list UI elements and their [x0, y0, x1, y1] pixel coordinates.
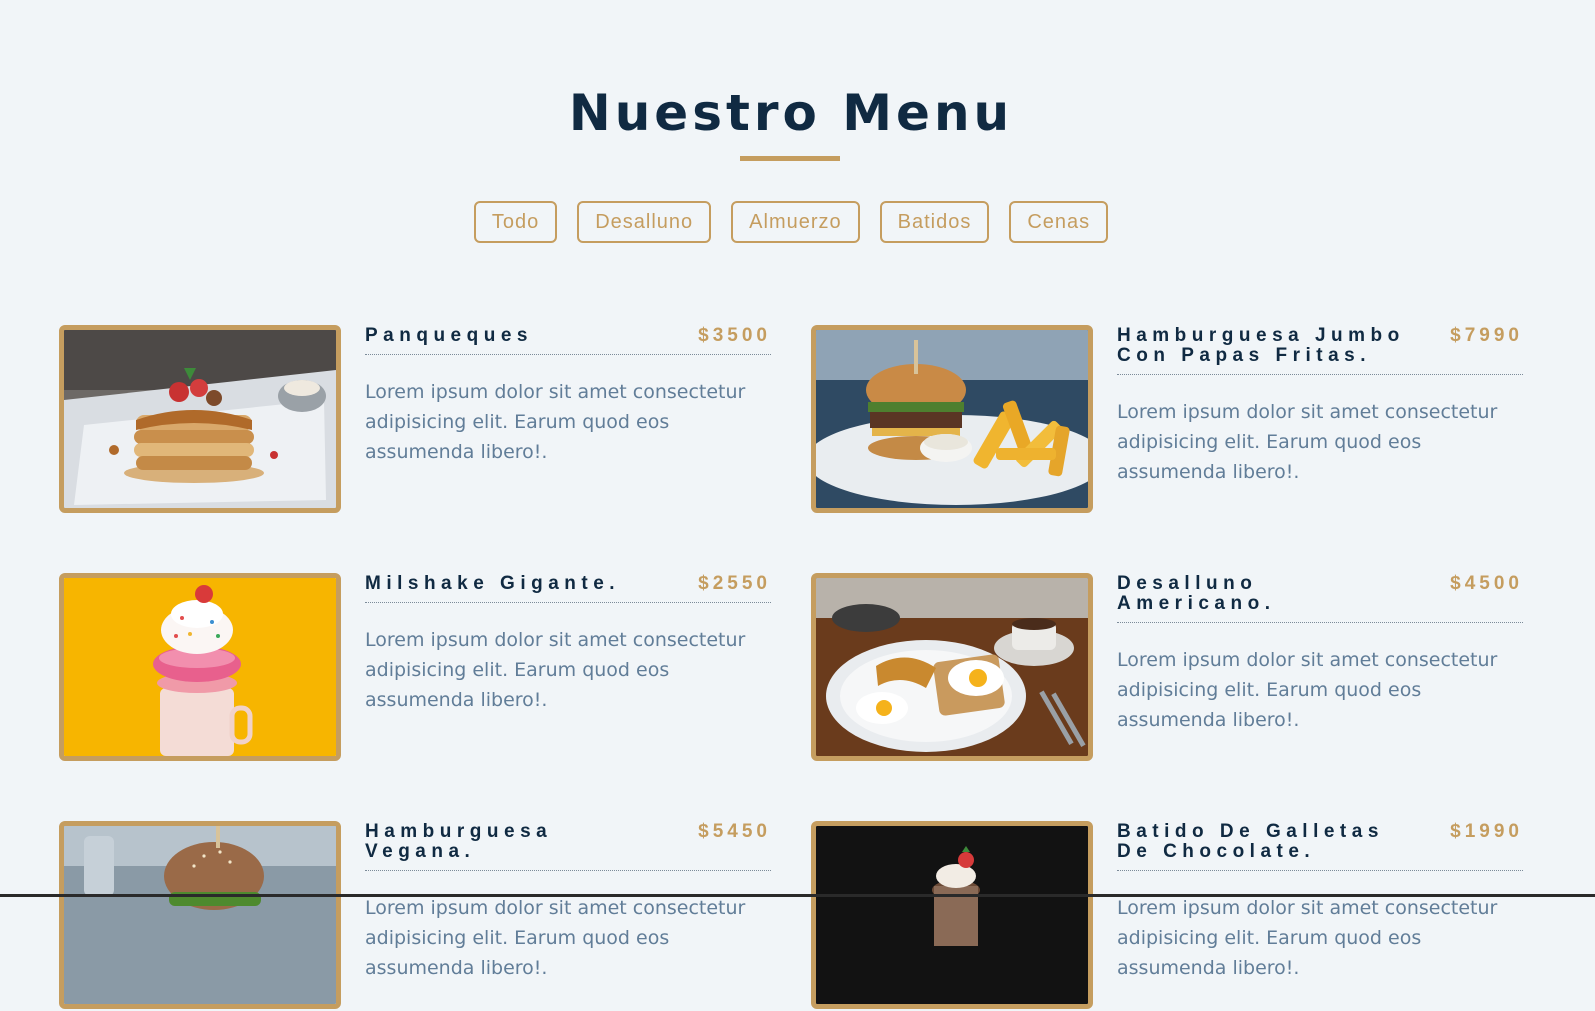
item-price: $2550: [698, 573, 771, 594]
filter-bar: Todo Desalluno Almuerzo Batidos Cenas: [0, 201, 1582, 243]
burger-fries-image: [811, 325, 1093, 513]
menu-item: Batido De Galletas De Chocolate. $1990 L…: [811, 821, 1543, 1011]
item-description: Lorem ipsum dolor sit amet consectetur a…: [1117, 401, 1498, 483]
item-name: Hamburguesa Vegana.: [365, 821, 553, 862]
item-description: Lorem ipsum dolor sit amet consectetur a…: [365, 629, 746, 711]
item-price: $1990: [1450, 821, 1523, 842]
filter-batidos-button[interactable]: Batidos: [879, 201, 990, 243]
pancakes-image: [59, 325, 341, 513]
filter-todo-button[interactable]: Todo: [473, 201, 558, 243]
menu-item: Hamburguesa Jumbo Con Papas Fritas. $799…: [811, 325, 1543, 515]
title-underline: [740, 156, 840, 161]
menu-item: Milshake Gigante. $2550 Lorem ipsum dolo…: [59, 573, 791, 763]
filter-almuerzo-button[interactable]: Almuerzo: [731, 201, 860, 243]
item-price: $5450: [698, 821, 771, 842]
item-price: $7990: [1450, 325, 1523, 346]
item-price: $4500: [1450, 573, 1523, 594]
item-description: Lorem ipsum dolor sit amet consectetur a…: [1117, 897, 1498, 979]
menu-item: Hamburguesa Vegana. $5450 Lorem ipsum do…: [59, 821, 791, 1011]
item-description: Lorem ipsum dolor sit amet consectetur a…: [365, 381, 746, 463]
menu-item: Desalluno Americano. $4500 Lorem ipsum d…: [811, 573, 1543, 763]
vegan-burger-image: [59, 821, 341, 1009]
item-description: Lorem ipsum dolor sit amet consectetur a…: [365, 897, 746, 979]
filter-desalluno-button[interactable]: Desalluno: [577, 201, 712, 243]
filter-cenas-button[interactable]: Cenas: [1009, 201, 1109, 243]
page-title: Nuestro Menu: [568, 84, 1014, 142]
milkshake-image: [59, 573, 341, 761]
item-price: $3500: [698, 325, 771, 346]
item-description: Lorem ipsum dolor sit amet consectetur a…: [1117, 649, 1498, 731]
cookie-shake-image: [811, 821, 1093, 1009]
item-name: Hamburguesa Jumbo Con Papas Fritas.: [1117, 325, 1405, 366]
item-name: Panqueques: [365, 325, 533, 346]
item-name: Batido De Galletas De Chocolate.: [1117, 821, 1384, 862]
item-name: Desalluno Americano.: [1117, 573, 1276, 614]
breakfast-image: [811, 573, 1093, 761]
menu-item: Panqueques $3500 Lorem ipsum dolor sit a…: [59, 325, 791, 515]
item-name: Milshake Gigante.: [365, 573, 621, 594]
